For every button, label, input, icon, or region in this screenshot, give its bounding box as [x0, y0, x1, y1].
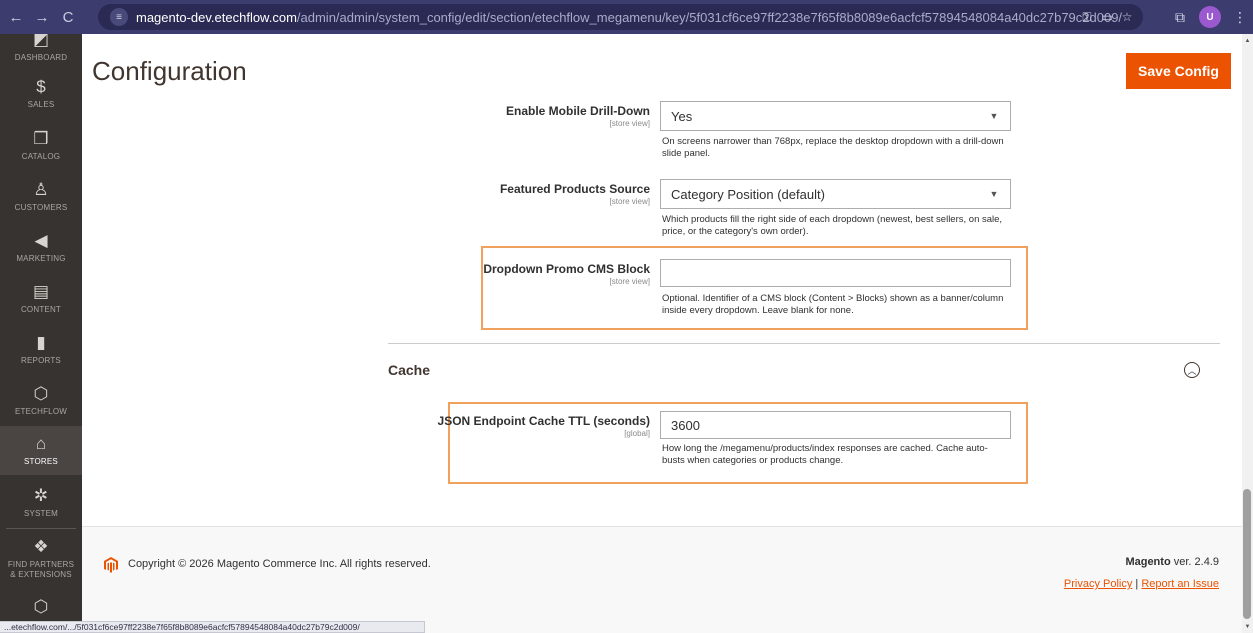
- box-icon: ❒: [33, 129, 49, 148]
- sidebar-item-label: ETECHFLOW: [14, 407, 68, 416]
- profile-avatar[interactable]: U: [1199, 6, 1221, 28]
- browser-actions: ⧉ U ⋮: [1167, 0, 1253, 34]
- promo-block-note: Optional. Identifier of a CMS block (Con…: [662, 293, 1004, 316]
- bookmark-star-icon[interactable]: ☆: [1118, 8, 1136, 26]
- magento-logo-icon: [104, 557, 118, 573]
- sidebar-item-content[interactable]: ▤ CONTENT: [0, 279, 82, 323]
- back-icon[interactable]: ←: [6, 7, 26, 27]
- section-divider: [388, 343, 1220, 344]
- reload-icon[interactable]: C: [58, 7, 78, 27]
- link-status-bar: ...etechflow.com/.../5f031cf6ce97ff2238e…: [0, 621, 425, 633]
- sidebar-item-customers[interactable]: ♙ CUSTOMERS: [0, 177, 82, 221]
- sidebar-item-label: CONTENT: [20, 305, 62, 314]
- scroll-down-icon[interactable]: ▼: [1243, 622, 1252, 631]
- layout-icon: ▤: [32, 282, 50, 301]
- cube-icon: ❖: [33, 537, 49, 556]
- report-issue-link[interactable]: Report an Issue: [1141, 578, 1219, 590]
- promo-block-scope: [store view]: [609, 277, 650, 286]
- hexagon-icon: ⬡: [33, 597, 49, 616]
- site-settings-icon[interactable]: ≡: [110, 8, 128, 26]
- sidebar-item-label: SALES: [27, 100, 55, 109]
- dollar-icon: $: [36, 77, 46, 96]
- sidebar-item-system[interactable]: ✲ SYSTEM: [0, 483, 82, 527]
- url-host: magento-dev.etechflow.com: [136, 9, 297, 25]
- promo-block-label: Dropdown Promo CMS Block: [483, 262, 650, 276]
- page-scrollbar[interactable]: ▲ ▼: [1242, 34, 1253, 633]
- store-icon: ⌂: [35, 434, 47, 453]
- bar-chart-icon: ▮: [36, 333, 46, 352]
- scroll-thumb[interactable]: [1243, 489, 1251, 619]
- sidebar-item-sales[interactable]: $ SALES: [0, 74, 82, 118]
- sidebar-item-label: DASHBOARD: [14, 53, 68, 62]
- sidebar-item-find-partners[interactable]: ❖ FIND PARTNERS & EXTENSIONS: [0, 534, 82, 584]
- promo-block-input[interactable]: [660, 259, 1011, 287]
- sidebar-item-label: FIND PARTNERS & EXTENSIONS: [7, 560, 75, 579]
- forward-icon[interactable]: →: [32, 7, 52, 27]
- featured-source-select[interactable]: Category Position (default) ▼: [660, 179, 1011, 209]
- sidebar-divider: [6, 528, 76, 529]
- gear-icon: ✲: [33, 486, 49, 505]
- sidebar-item-label: SYSTEM: [23, 509, 59, 518]
- sidebar-item-label: MARKETING: [16, 254, 66, 263]
- browser-toolbar: ← → C ≡ magento-dev.etechflow.com/admin/…: [0, 0, 1253, 34]
- sidebar-item-dashboard[interactable]: ◩ DASHBOARD: [0, 30, 82, 68]
- sidebar-view-icon[interactable]: ▭: [1098, 8, 1116, 26]
- page-footer: Copyright © 2026 Magento Commerce Inc. A…: [82, 526, 1242, 633]
- mobile-drilldown-select[interactable]: Yes ▼: [660, 101, 1011, 131]
- field-label-wrapper: Featured Products Source [store view]: [82, 182, 650, 212]
- mobile-drilldown-note: On screens narrower than 768px, replace …: [662, 136, 1004, 159]
- dashboard-icon: ◩: [32, 30, 50, 49]
- link-separator: |: [1135, 578, 1139, 590]
- sidebar-item-reports[interactable]: ▮ REPORTS: [0, 330, 82, 374]
- sidebar-item-more[interactable]: ⬡: [0, 594, 82, 624]
- cache-ttl-label: JSON Endpoint Cache TTL (seconds): [437, 414, 650, 428]
- sidebar-item-marketing[interactable]: ◀ MARKETING: [0, 228, 82, 272]
- mobile-drilldown-value: Yes: [671, 108, 693, 124]
- featured-source-scope: [store view]: [609, 197, 650, 206]
- sidebar-item-label: REPORTS: [21, 356, 61, 365]
- page-header: Configuration Save Config: [82, 34, 1242, 104]
- featured-source-note: Which products fill the right side of ea…: [662, 214, 1003, 237]
- person-icon: ♙: [33, 180, 49, 199]
- brand-name: Magento: [1125, 556, 1171, 568]
- featured-source-label: Featured Products Source: [499, 182, 650, 196]
- cache-section-title[interactable]: Cache: [388, 362, 430, 378]
- url-text[interactable]: magento-dev.etechflow.com/admin/admin/sy…: [136, 10, 1122, 25]
- password-key-icon[interactable]: ⚿: [1078, 8, 1096, 26]
- mobile-drilldown-label: Enable Mobile Drill-Down: [505, 104, 650, 118]
- address-bar[interactable]: ≡ magento-dev.etechflow.com/admin/admin/…: [98, 4, 1143, 30]
- sidebar-item-label: CATALOG: [21, 152, 61, 161]
- sidebar-item-label: STORES: [24, 457, 58, 466]
- extensions-icon[interactable]: ⧉: [1167, 4, 1193, 30]
- sidebar-item-etechflow[interactable]: ⬡ ETECHFLOW: [0, 381, 82, 425]
- mobile-drilldown-scope: [store view]: [609, 119, 650, 128]
- save-config-button[interactable]: Save Config: [1126, 53, 1231, 89]
- sidebar-item-label: CUSTOMERS: [14, 203, 68, 212]
- privacy-policy-link[interactable]: Privacy Policy: [1064, 578, 1132, 590]
- chevron-down-icon: ▼: [989, 111, 999, 121]
- url-path: /admin/admin/system_config/edit/section/…: [296, 9, 1123, 25]
- version-info: Magento ver. 2.4.9: [1125, 556, 1219, 568]
- field-label-wrapper: Enable Mobile Drill-Down [store view]: [82, 104, 650, 134]
- collapse-icon[interactable]: ︿: [1184, 362, 1200, 378]
- admin-sidebar: ◩ DASHBOARD $ SALES ❒ CATALOG ♙ CUSTOMER…: [0, 30, 82, 633]
- config-form: Enable Mobile Drill-Down [store view] Ye…: [82, 101, 1242, 526]
- sidebar-item-catalog[interactable]: ❒ CATALOG: [0, 126, 82, 170]
- cache-ttl-input[interactable]: 3600: [660, 411, 1011, 439]
- featured-source-value: Category Position (default): [671, 186, 825, 202]
- megaphone-icon: ◀: [34, 231, 48, 250]
- field-label-wrapper: Dropdown Promo CMS Block [store view]: [82, 262, 650, 292]
- page-title: Configuration: [92, 56, 247, 86]
- kebab-menu-icon[interactable]: ⋮: [1227, 4, 1253, 30]
- hexagon-icon: ⬡: [33, 384, 49, 403]
- copyright-text: Copyright © 2026 Magento Commerce Inc. A…: [128, 558, 431, 570]
- scroll-up-icon[interactable]: ▲: [1243, 36, 1252, 45]
- footer-links: Privacy Policy | Report an Issue: [1064, 578, 1219, 590]
- cache-ttl-note: How long the /megamenu/products/index re…: [662, 443, 988, 466]
- chevron-down-icon: ▼: [989, 189, 999, 199]
- cache-ttl-scope: [global]: [624, 429, 650, 438]
- version-number: ver. 2.4.9: [1173, 556, 1219, 568]
- field-label-wrapper: JSON Endpoint Cache TTL (seconds) [globa…: [82, 414, 650, 444]
- sidebar-item-stores[interactable]: ⌂ STORES: [0, 426, 82, 475]
